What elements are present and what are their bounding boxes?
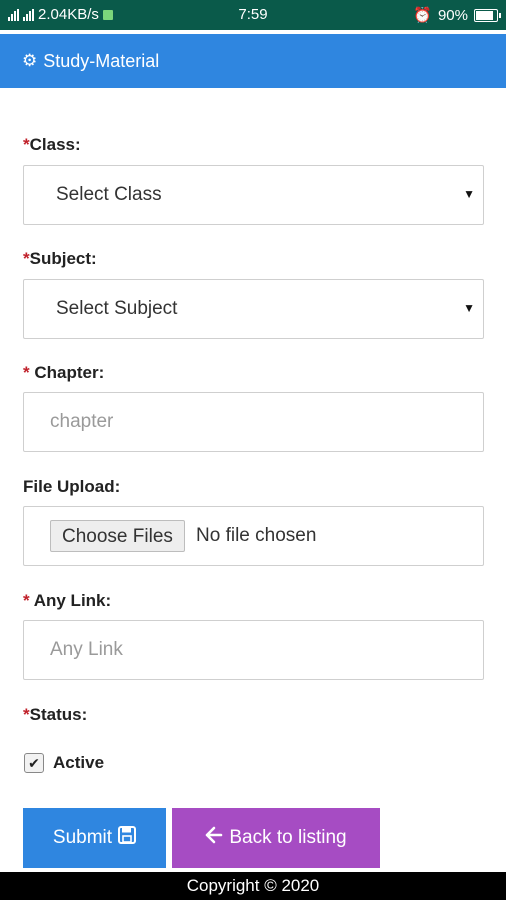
active-checkbox[interactable]: ✔ [24,753,44,773]
battery-icon [474,8,501,22]
arrow-left-icon [205,826,223,850]
back-to-listing-button[interactable]: Back to listing [172,808,380,868]
active-label: Active [53,753,105,772]
subject-label: *Subject: [23,249,97,268]
subject-select[interactable]: Select Subject ▼ [23,279,484,339]
battery-percent: 90% [437,6,468,24]
chapter-input[interactable]: chapter [23,392,484,452]
save-icon [118,826,137,850]
file-upload-field: Choose Files No file chosen [23,506,484,566]
page-title: Study-Material [43,50,160,71]
status-bar: 2.04KB/s 7:59 ⏰ 90% [0,0,506,30]
choose-files-button[interactable]: Choose Files [50,520,185,552]
gear-icon: ⚙ [22,51,38,70]
class-select[interactable]: Select Class ▼ [23,165,484,225]
caret-down-icon: ▼ [463,187,475,201]
footer-copyright: Copyright © 2020 [0,872,506,900]
chapter-label: * Chapter: [23,363,105,382]
any-link-input[interactable]: Any Link [23,620,484,680]
submit-button[interactable]: Submit [23,808,166,868]
status-label: *Status: [23,705,88,724]
page-header: ⚙ Study-Material [0,34,506,88]
alarm-icon: ⏰ [413,7,432,24]
any-link-label: * Any Link: [23,591,112,610]
file-upload-label: File Upload: [23,477,121,496]
file-status: No file chosen [196,525,317,546]
active-checkbox-row: ✔ Active [24,753,104,773]
caret-down-icon: ▼ [463,301,475,315]
class-label: *Class: [23,135,81,154]
